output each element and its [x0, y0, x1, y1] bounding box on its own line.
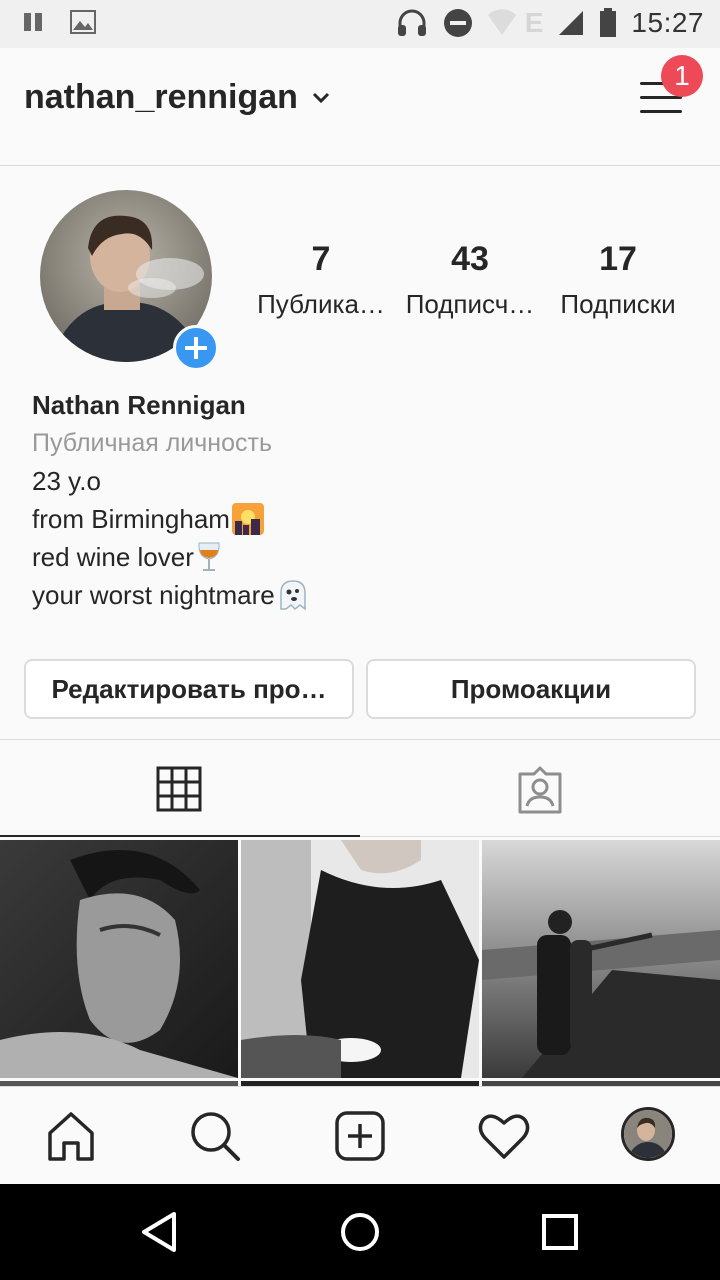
grid-post[interactable] [241, 840, 479, 1078]
edit-profile-button[interactable]: Редактировать про… [24, 659, 354, 719]
sunset-city-icon [231, 503, 264, 535]
stat-value: 43 [451, 240, 489, 278]
profile-avatar-icon [624, 1110, 672, 1158]
back-icon [142, 1212, 176, 1252]
stat-label: Подписч… [405, 289, 535, 319]
profile-name: Nathan Rennigan [32, 390, 246, 420]
profile-header: nathan_rennigan 1 [0, 48, 720, 166]
pause-icon [24, 13, 42, 31]
bio-line: red wine lover [32, 538, 672, 576]
nav-search[interactable] [188, 1109, 242, 1163]
dnd-icon [443, 9, 472, 37]
system-navigation [0, 1184, 720, 1280]
recents-button[interactable] [536, 1208, 584, 1256]
chevron-down-icon [312, 92, 329, 103]
promotions-button[interactable]: Промоакции [366, 659, 696, 719]
search-icon [191, 1112, 240, 1161]
stat-value: 17 [599, 240, 637, 278]
tab-tagged[interactable] [360, 740, 720, 835]
tab-grid[interactable] [0, 740, 360, 835]
nav-home[interactable] [44, 1109, 98, 1163]
active-tab-indicator [0, 835, 360, 837]
battery-icon [600, 8, 617, 37]
nav-profile[interactable] [621, 1107, 675, 1161]
wine-glass-icon [198, 542, 220, 571]
network-type: E [524, 7, 544, 38]
grid-icon [156, 766, 202, 812]
stat-value: 7 [311, 240, 331, 278]
profile-tabs [0, 739, 720, 837]
username: nathan_rennigan [24, 78, 298, 116]
back-button[interactable] [136, 1208, 184, 1256]
add-post-icon [335, 1111, 385, 1161]
bio-line: 23 y.o [32, 466, 101, 496]
stat-posts[interactable]: 7 Публика… [251, 240, 391, 320]
signal-icon [559, 11, 584, 35]
heart-icon [478, 1114, 530, 1159]
status-bar: E 15:27 [0, 0, 720, 48]
stat-label: Публика… [257, 289, 385, 319]
grid-post[interactable] [0, 840, 238, 1078]
grid-post[interactable] [482, 840, 720, 1078]
ghost-icon [280, 580, 306, 611]
profile-bio: Nathan Rennigan Публичная личность 23 y.… [32, 388, 672, 614]
gallery-icon [70, 10, 96, 34]
notification-badge: 1 [661, 55, 703, 97]
square-icon [542, 1214, 578, 1250]
add-story-button[interactable] [173, 325, 219, 371]
account-switcher[interactable]: nathan_rennigan [24, 78, 330, 117]
tagged-icon [518, 766, 562, 814]
bio-line: from Birmingham [32, 500, 672, 538]
stat-followers[interactable]: 43 Подписч… [400, 240, 540, 320]
bottom-navigation [0, 1086, 720, 1184]
nav-activity[interactable] [477, 1109, 531, 1163]
home-icon [48, 1112, 94, 1161]
photo-grid [0, 840, 720, 1086]
nav-new-post[interactable] [333, 1109, 387, 1163]
profile-category: Публичная личность [32, 429, 272, 457]
headset-icon [397, 9, 426, 36]
stat-following[interactable]: 17 Подписки [548, 240, 688, 320]
wifi-icon [487, 9, 516, 35]
circle-icon [341, 1213, 379, 1251]
stat-label: Подписки [560, 289, 676, 319]
plus-icon [185, 337, 207, 359]
home-button[interactable] [336, 1208, 384, 1256]
clock: 15:27 [631, 7, 704, 38]
bio-line: your worst nightmare [32, 576, 672, 614]
